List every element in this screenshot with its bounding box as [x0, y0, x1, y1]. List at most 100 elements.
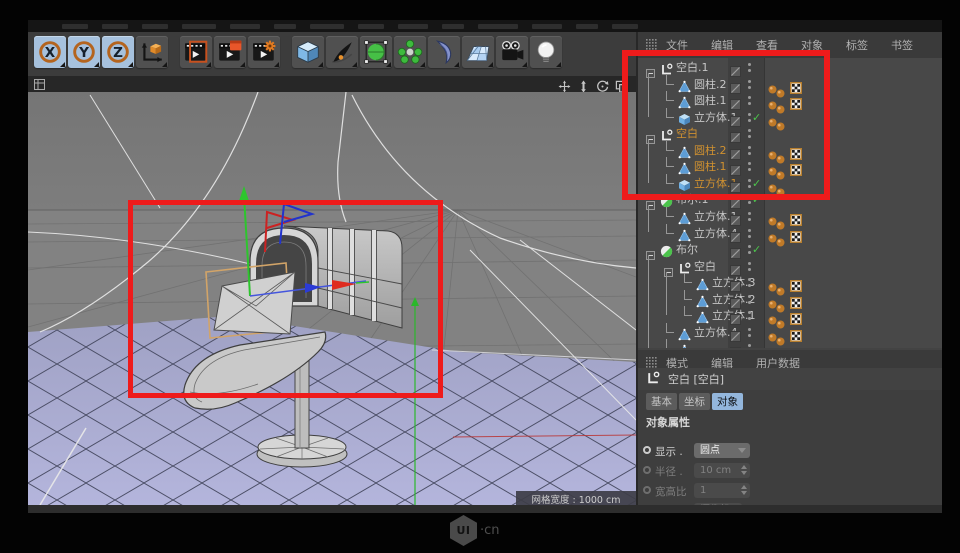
- display-toggle-icon[interactable]: [730, 244, 741, 260]
- display-toggle-icon[interactable]: [730, 211, 741, 226]
- editor-visibility-dot[interactable]: [748, 245, 751, 249]
- render-visibility-dot[interactable]: [748, 151, 751, 155]
- object-name[interactable]: 空白: [694, 260, 716, 273]
- display-toggle-icon[interactable]: [730, 145, 741, 160]
- display-toggle-icon[interactable]: [730, 310, 741, 326]
- object-manager-menu-item[interactable]: 对象: [801, 37, 823, 53]
- editor-visibility-dot[interactable]: [748, 211, 751, 215]
- display-toggle-icon[interactable]: [730, 228, 741, 243]
- object-row[interactable]: [638, 339, 942, 348]
- editor-visibility-dot[interactable]: [748, 228, 751, 232]
- object-name[interactable]: 圆柱.2: [694, 144, 727, 157]
- render-visibility-dot[interactable]: [748, 102, 751, 106]
- object-manager-menu-item[interactable]: 标签: [846, 37, 868, 53]
- object-row[interactable]: 立方体.1: [638, 206, 942, 230]
- render-visibility-dot[interactable]: [748, 251, 751, 255]
- render-visibility-dot[interactable]: [748, 267, 751, 271]
- display-toggle-icon[interactable]: [730, 79, 741, 94]
- object-name[interactable]: 布尔: [676, 244, 698, 256]
- display-toggle-icon[interactable]: [730, 62, 741, 77]
- material-tag-icon[interactable]: [776, 165, 785, 180]
- uvw-tag-icon[interactable]: [790, 161, 802, 177]
- property-spinner[interactable]: 10 cm: [694, 463, 750, 478]
- expand-toggle-icon[interactable]: [646, 195, 655, 211]
- editor-visibility-dot[interactable]: [748, 195, 751, 199]
- display-toggle-icon[interactable]: [730, 194, 741, 210]
- property-spinner[interactable]: 1: [694, 483, 750, 498]
- render-picture-viewer-button[interactable]: [214, 36, 246, 68]
- editor-visibility-dot[interactable]: [748, 79, 751, 83]
- spinner-arrows-icon[interactable]: [741, 465, 747, 475]
- tab-attr[interactable]: 基本: [646, 392, 677, 410]
- expand-toggle-icon[interactable]: [646, 245, 655, 261]
- render-view-button[interactable]: [180, 36, 212, 68]
- object-name[interactable]: 空白: [676, 128, 698, 140]
- object-row[interactable]: 圆柱.1: [638, 157, 942, 180]
- display-toggle-icon[interactable]: [730, 277, 741, 293]
- display-toggle-icon[interactable]: [730, 261, 741, 276]
- object-row[interactable]: 立方体.1: [638, 306, 942, 329]
- material-tag-icon[interactable]: [776, 182, 785, 197]
- material-tag-icon[interactable]: [768, 343, 777, 348]
- tab-selected-attr[interactable]: 对象: [712, 392, 743, 410]
- editor-visibility-dot[interactable]: [748, 112, 751, 116]
- object-row[interactable]: 立方体.4: [638, 223, 942, 246]
- display-toggle-icon[interactable]: [730, 161, 741, 177]
- add-spline-pen-button[interactable]: [326, 36, 358, 68]
- editor-visibility-dot[interactable]: [748, 145, 751, 149]
- render-visibility-dot[interactable]: [748, 69, 751, 72]
- lock-z-axis-button[interactable]: Z: [102, 36, 134, 68]
- coordinate-system-button[interactable]: [136, 36, 168, 68]
- uvw-tag-icon[interactable]: [790, 79, 802, 94]
- add-array-button[interactable]: [394, 36, 426, 68]
- add-deformer-button[interactable]: [428, 36, 460, 68]
- lock-x-axis-button[interactable]: X: [34, 36, 66, 68]
- toggle-view-icon[interactable]: [615, 78, 628, 93]
- object-row[interactable]: 立方体.1 ✓: [638, 173, 942, 197]
- object-row[interactable]: 空白: [638, 126, 942, 145]
- object-row[interactable]: 圆柱.2: [638, 74, 942, 98]
- render-visibility-dot[interactable]: [748, 85, 751, 89]
- object-manager-menu-item[interactable]: 文件: [666, 37, 688, 53]
- expand-toggle-icon[interactable]: [646, 129, 655, 145]
- display-toggle-icon[interactable]: [730, 294, 741, 309]
- enabled-check-icon[interactable]: ✓: [752, 177, 761, 190]
- uvw-tag-icon[interactable]: [790, 95, 802, 111]
- object-row[interactable]: 圆柱.2: [638, 140, 942, 164]
- object-name[interactable]: 空白.1: [676, 62, 709, 74]
- editor-visibility-dot[interactable]: [748, 178, 751, 182]
- material-tag-icon[interactable]: [776, 149, 785, 164]
- object-row[interactable]: 空白.1: [638, 60, 942, 78]
- material-tag-icon[interactable]: [776, 116, 785, 131]
- editor-visibility-dot[interactable]: [748, 294, 751, 298]
- editor-visibility-dot[interactable]: [748, 162, 751, 166]
- editor-visibility-dot[interactable]: [748, 327, 751, 331]
- material-tag-icon[interactable]: [776, 215, 785, 230]
- display-toggle-icon[interactable]: [730, 128, 741, 144]
- property-toggle[interactable]: [643, 486, 651, 494]
- render-visibility-dot[interactable]: [748, 217, 751, 221]
- uvw-tag-icon[interactable]: [790, 277, 802, 293]
- viewport-menu-icon[interactable]: [34, 75, 45, 94]
- material-tag-icon[interactable]: [776, 331, 785, 346]
- tab-attr[interactable]: 坐标: [679, 392, 710, 410]
- uvw-tag-icon[interactable]: [790, 145, 802, 160]
- editor-visibility-dot[interactable]: [748, 129, 751, 133]
- render-visibility-dot[interactable]: [748, 184, 751, 188]
- render-visibility-dot[interactable]: [748, 168, 751, 172]
- add-floor-button[interactable]: [462, 36, 494, 68]
- viewport-canvas[interactable]: 网格宽度 : 1000 cm: [28, 92, 636, 505]
- uvw-tag-icon[interactable]: [790, 228, 802, 243]
- zoom-view-icon[interactable]: [577, 78, 590, 93]
- rotate-view-icon[interactable]: [596, 78, 609, 92]
- display-toggle-icon[interactable]: [730, 112, 741, 127]
- object-row[interactable]: 立方体.4: [638, 322, 942, 346]
- menu-grip-icon[interactable]: [646, 36, 658, 55]
- add-camera-button[interactable]: [496, 36, 528, 68]
- property-toggle[interactable]: [643, 446, 651, 454]
- uvw-tag-icon[interactable]: [790, 211, 802, 226]
- property-toggle[interactable]: [643, 466, 651, 474]
- object-row[interactable]: 布尔 ✓: [638, 242, 942, 261]
- render-visibility-dot[interactable]: [748, 234, 751, 238]
- display-toggle-icon[interactable]: [730, 95, 741, 111]
